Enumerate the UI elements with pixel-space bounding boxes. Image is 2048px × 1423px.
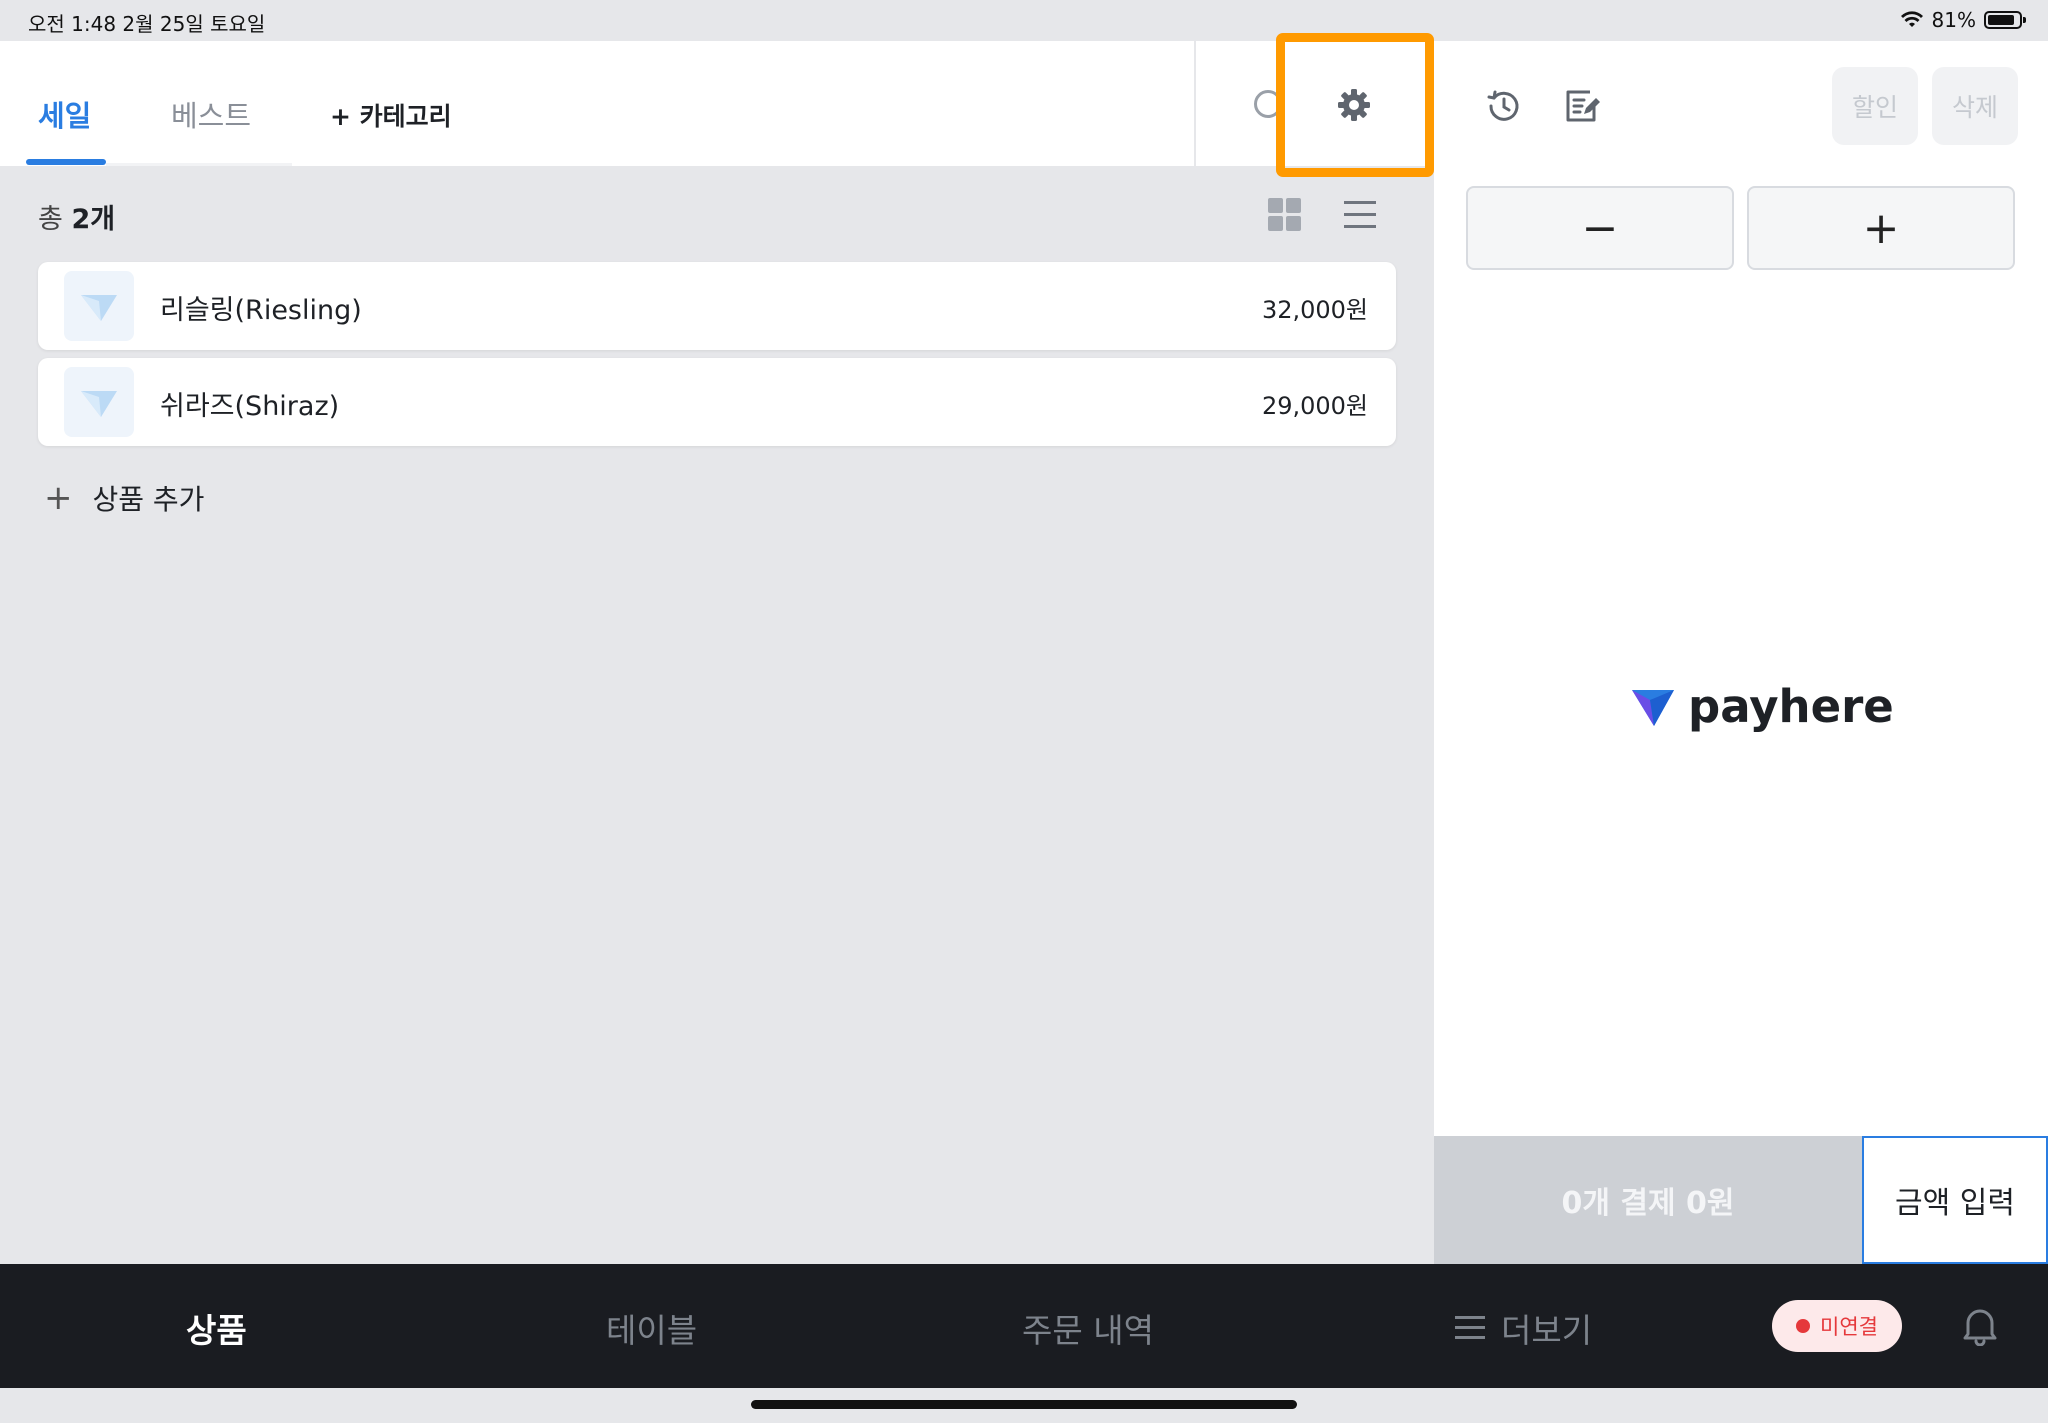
delete-button[interactable]: 삭제: [1932, 67, 2018, 145]
tab-divider: [106, 163, 292, 166]
nav-more[interactable]: 더보기: [1455, 1304, 1592, 1352]
connection-status-label: 미연결: [1820, 1315, 1878, 1339]
payhere-logo: payhere: [1630, 680, 1894, 733]
pay-button[interactable]: 0개 결제 0원: [1434, 1136, 1862, 1264]
payhere-mark-icon: [81, 391, 117, 417]
grid-view-icon[interactable]: [1268, 198, 1302, 232]
product-row[interactable]: 리슬링(Riesling) 32,000원: [38, 262, 1396, 350]
bell-icon[interactable]: [1962, 1306, 1998, 1346]
status-dot: [1796, 1319, 1811, 1333]
product-thumbnail: [64, 367, 134, 437]
battery-percent: 81%: [1931, 8, 1976, 32]
nav-tables[interactable]: 테이블: [606, 1304, 697, 1352]
status-bar: 오전 1:48 2월 25일 토요일 81%: [0, 0, 2048, 41]
plus-icon: +: [44, 478, 73, 518]
highlight-box: [1276, 33, 1434, 177]
quantity-plus-button[interactable]: +: [1747, 186, 2015, 270]
add-product-label: 상품 추가: [92, 483, 205, 516]
tab-sale[interactable]: 세일: [38, 93, 91, 135]
cart-area: [1434, 166, 2048, 1136]
nav-more-label: 더보기: [1501, 1311, 1593, 1350]
product-name: 리슬링(Riesling): [160, 295, 362, 326]
add-category-button[interactable]: + 카테고리: [330, 97, 452, 133]
category-tabbar: 세일 베스트 + 카테고리: [0, 41, 1194, 166]
nav-orders[interactable]: 주문 내역: [1022, 1304, 1154, 1352]
discount-button[interactable]: 할인: [1832, 67, 1918, 145]
home-indicator[interactable]: [751, 1400, 1297, 1409]
logo-text: payhere: [1688, 680, 1894, 733]
product-thumbnail: [64, 271, 134, 341]
status-indicators: 81%: [1900, 8, 2026, 32]
payhere-mark-icon: [81, 295, 117, 321]
tab-best[interactable]: 베스트: [171, 93, 251, 135]
battery-icon: [1984, 11, 2026, 29]
connection-status-badge[interactable]: 미연결: [1772, 1300, 1902, 1352]
product-row[interactable]: 쉬라즈(Shiraz) 29,000원: [38, 358, 1396, 446]
product-name: 쉬라즈(Shiraz): [160, 391, 340, 422]
list-view-icon[interactable]: [1344, 198, 1378, 232]
product-count-value: 2개: [71, 204, 116, 235]
wifi-icon: [1900, 11, 1923, 27]
bottom-nav: 상품 테이블 주문 내역 더보기: [0, 1264, 2048, 1388]
product-price: 29,000원: [1261, 392, 1368, 420]
product-price: 32,000원: [1261, 296, 1368, 324]
memo-icon[interactable]: [1564, 88, 1600, 124]
status-time: 오전 1:48 2월 25일 토요일: [28, 12, 266, 36]
add-product-button[interactable]: + 상품 추가: [44, 478, 204, 518]
quantity-minus-button[interactable]: −: [1466, 186, 1734, 270]
history-icon[interactable]: [1486, 88, 1522, 124]
amount-input-button[interactable]: 금액 입력: [1862, 1136, 2048, 1264]
nav-products[interactable]: 상품: [186, 1304, 247, 1352]
payhere-logo-icon: [1632, 689, 1674, 726]
menu-icon: [1455, 1316, 1485, 1340]
active-tab-indicator: [26, 159, 106, 165]
product-count: 총 2개: [38, 204, 116, 235]
